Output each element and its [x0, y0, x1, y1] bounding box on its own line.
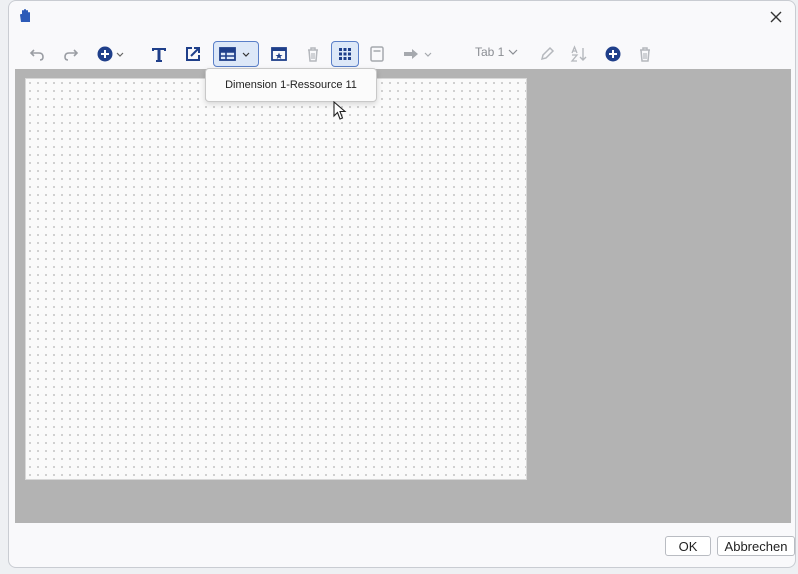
grid-icon[interactable]	[331, 41, 359, 67]
cancel-button[interactable]: Abbrechen	[717, 536, 795, 556]
dialog-window: Tab 1 Dimension 1-Ressource 11 OK Abbrec…	[8, 0, 796, 568]
text-icon[interactable]	[147, 41, 171, 67]
table-icon[interactable]	[213, 41, 259, 67]
dotted-canvas[interactable]	[25, 78, 527, 480]
tab-select[interactable]: Tab 1	[475, 45, 518, 59]
trash-icon[interactable]	[633, 41, 657, 67]
tab-select-label: Tab 1	[475, 45, 505, 59]
undo-icon[interactable]	[25, 41, 49, 67]
toolbar: Tab 1	[15, 41, 775, 69]
frame-star-icon[interactable]	[267, 41, 291, 67]
dropdown-item-label: Dimension 1-Ressource 11	[225, 79, 357, 91]
close-icon[interactable]	[765, 6, 787, 28]
redo-icon[interactable]	[59, 41, 83, 67]
sort-az-icon[interactable]	[567, 41, 591, 67]
workspace	[15, 69, 791, 523]
dimension-dropdown-item[interactable]: Dimension 1-Ressource 11	[205, 68, 377, 102]
external-link-icon[interactable]	[181, 41, 205, 67]
panel-icon[interactable]	[365, 41, 389, 67]
trash-icon[interactable]	[301, 41, 325, 67]
ok-button[interactable]: OK	[665, 536, 711, 556]
add-circle-icon[interactable]	[93, 41, 129, 67]
mouse-cursor-icon	[333, 100, 347, 121]
add-icon[interactable]	[601, 41, 625, 67]
pencil-icon[interactable]	[535, 41, 559, 67]
arrow-right-icon[interactable]	[401, 41, 437, 67]
app-hand-icon	[17, 8, 33, 24]
chevron-down-icon	[508, 49, 518, 55]
